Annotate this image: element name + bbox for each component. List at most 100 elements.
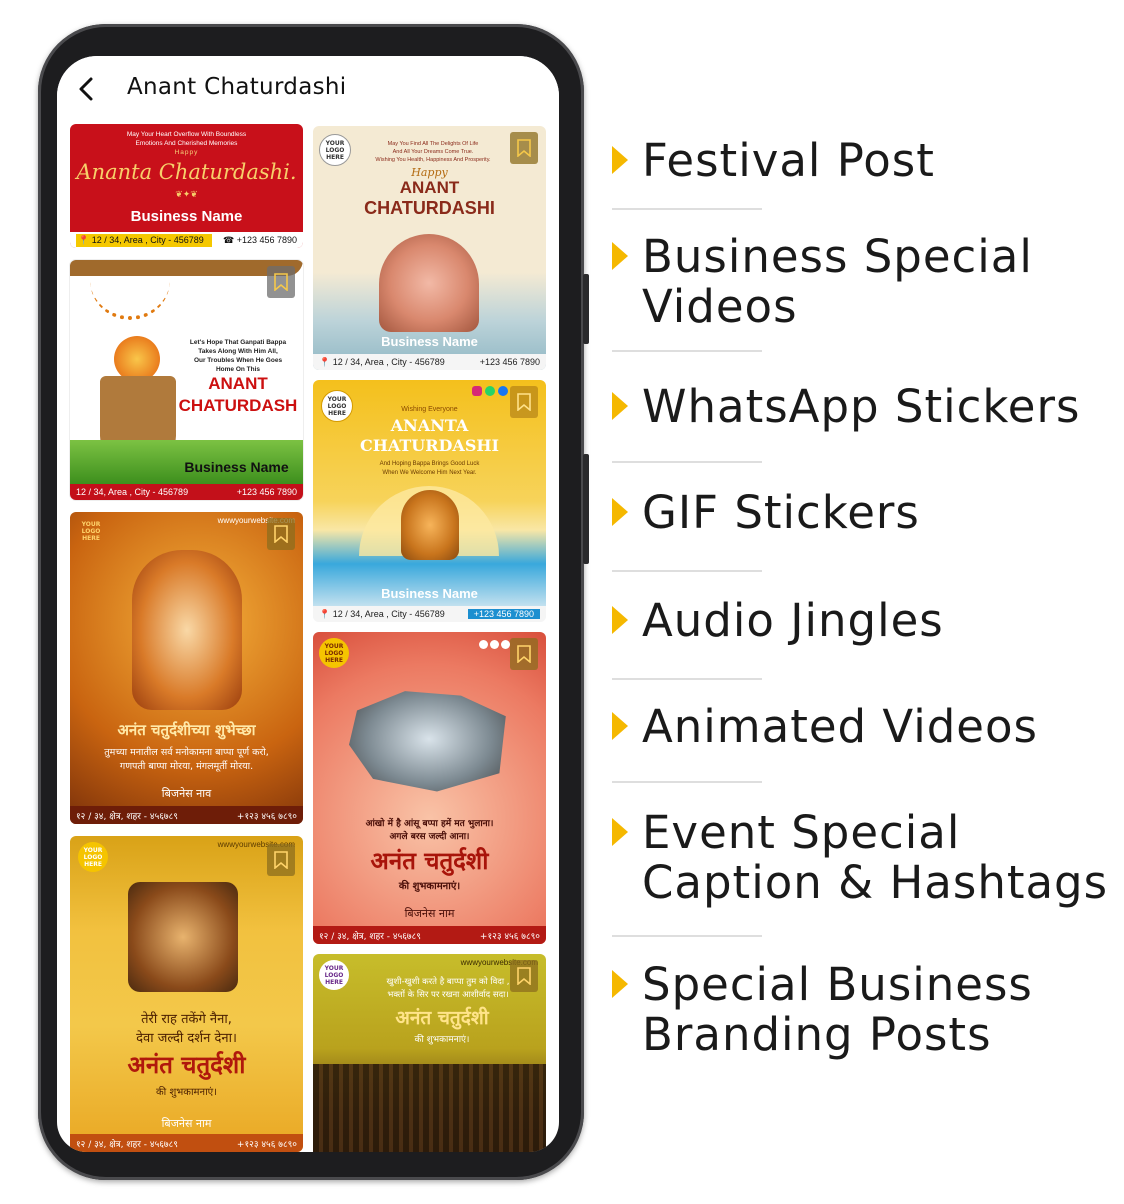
post-card[interactable]: YOUR LOGO HERE Wishing Everyone ANANTA C… [313, 380, 546, 622]
phone-text: +१२३ ४५६ ७८९० [236, 811, 297, 822]
post-card[interactable]: YOUR LOGO HERE May You Find All The Deli… [313, 126, 546, 370]
logo-placeholder: YOUR LOGO HERE [78, 842, 108, 872]
feature-label: Festival Post [642, 134, 935, 187]
post-grid: May Your Heart Overflow With Boundless E… [57, 124, 559, 1152]
post-card[interactable]: YOUR LOGO HERE wwwyourwebsite.com तेरी र… [70, 836, 303, 1152]
divider [612, 350, 762, 352]
card-text: Wishing You Health, Happiness And Prospe… [375, 157, 491, 163]
divider [612, 781, 762, 783]
address-text: १२ / ३४, क्षेत्र, शहर - ४५६७८९ [319, 931, 421, 942]
volume-button [583, 274, 589, 344]
business-name: बिजनेस नाम [404, 907, 455, 920]
power-button [583, 454, 589, 564]
card-text: And All Your Dreams Come True. [392, 149, 474, 155]
card-text: गणपती बाप्पा मोरया, मंगलमूर्ती मोरया. [119, 761, 254, 772]
phone-text: +123 456 7890 [479, 357, 540, 367]
card-text: तेरी राह तकेंगे नैना, [141, 1012, 232, 1027]
ganesha-image [379, 234, 479, 332]
card-text: Emotions And Cherished Memories [135, 140, 238, 147]
card-subtitle: की शुभकामनाएं। [156, 1087, 217, 1098]
card-text: तुमच्या मनातील सर्व मनोकामना बाप्पा पूर्… [104, 747, 269, 758]
post-card[interactable]: YOUR LOGO HERE आंखो में है आंसू बप्पा हम… [313, 632, 546, 944]
card-text: May Your Heart Overflow With Boundless [126, 131, 247, 138]
bookmark-icon [517, 967, 531, 985]
bookmark-icon [517, 139, 531, 157]
contact-strip: 12 / 34, Area , City - 456789 +123 456 7… [70, 484, 303, 500]
divider [612, 678, 762, 680]
triangle-bullet-icon [612, 146, 628, 174]
bookmark-button[interactable] [510, 386, 538, 418]
card-text: Let's Hope That Ganpati Bappa [189, 339, 287, 346]
card-title: CHATURDASH [178, 396, 298, 415]
divider [612, 570, 762, 572]
address-text: १२ / ३४, क्षेत्र, शहर - ४५६७८९ [76, 1139, 178, 1150]
phone-text: ☎ +123 456 7890 [222, 234, 297, 245]
triangle-bullet-icon [612, 242, 628, 270]
address-value: 12 / 34, Area , City - 456789 [91, 234, 204, 245]
phone-text: +१२३ ४५६ ७८९० [479, 931, 540, 942]
post-card[interactable]: YOUR LOGO HERE wwwyourwebsite.com अनंत च… [70, 512, 303, 824]
card-title: अनंत चतुर्दशीच्या शुभेच्छा [117, 721, 256, 739]
business-name: Business Name [130, 208, 243, 225]
chevron-left-icon [79, 77, 93, 101]
logo-placeholder: YOUR LOGO HERE [319, 134, 351, 166]
bookmark-button[interactable] [267, 844, 295, 876]
triangle-bullet-icon [612, 606, 628, 634]
address-text: 📍 12 / 34, Area , City - 456789 [319, 608, 445, 619]
crowd-image [313, 1064, 546, 1152]
feature-label-line2: Caption & Hashtags [642, 856, 1109, 909]
feature-label: Business Special [642, 230, 1033, 283]
phone-screen: Anant Chaturdashi May Your Heart Overflo… [57, 56, 559, 1152]
crowd-image [349, 691, 506, 792]
logo-placeholder: YOUR LOGO HERE [81, 520, 101, 542]
facebook-icon [498, 386, 508, 396]
app-bar: Anant Chaturdashi [57, 56, 559, 124]
business-name: Business Name [184, 459, 289, 475]
card-title: अनंत चतुर्दशी [395, 1007, 489, 1029]
bookmark-button[interactable] [510, 132, 538, 164]
card-text: आंखो में है आंसू बप्पा हमें मत भुलाना। [365, 819, 494, 829]
card-subtitle: की शुभकामनाएं। [398, 881, 461, 892]
address-text: 12 / 34, Area , City - 456789 [76, 487, 189, 497]
card-text: Our Troubles When He Goes [193, 357, 283, 364]
triangle-bullet-icon [612, 712, 628, 740]
post-card[interactable]: YOUR LOGO HERE wwwyourwebsite.com खुशी-ख… [313, 954, 546, 1152]
feature-label: Event Special [642, 806, 961, 859]
feature-label: WhatsApp Stickers [642, 380, 1081, 433]
contact-strip: १२ / ३४, क्षेत्र, शहर - ४५६७८९ +१२३ ४५६ … [70, 1134, 303, 1152]
bookmark-icon [274, 273, 288, 291]
contact-strip: १२ / ३४, क्षेत्र, शहर - ४५६७८९ +१२३ ४५६ … [313, 926, 546, 944]
business-name: Business Name [381, 334, 478, 349]
bookmark-button[interactable] [267, 266, 295, 298]
garland [90, 276, 170, 320]
business-name: बिजनेस नाम [161, 1117, 212, 1130]
post-card[interactable]: Let's Hope That Ganpati Bappa Takes Alon… [70, 260, 303, 500]
ganesha-image [128, 882, 238, 992]
feature-label-line2: Videos [642, 280, 798, 333]
ganesha-image [100, 336, 176, 456]
phone-text: +१२३ ४५६ ७८९० [236, 1139, 297, 1150]
social-icons [472, 386, 508, 396]
triangle-bullet-icon [612, 498, 628, 526]
card-title: अनंत चतुर्दशी [127, 1051, 246, 1079]
bookmark-icon [274, 851, 288, 869]
bookmark-button[interactable] [267, 518, 295, 550]
whatsapp-icon [501, 640, 510, 649]
social-icons [479, 640, 510, 649]
address-text: १२ / ३४, क्षेत्र, शहर - ४५६७८९ [76, 811, 178, 822]
card-text: And Hoping Bappa Brings Good Luck [379, 461, 480, 467]
divider [612, 935, 762, 937]
card-text: देवा जल्दी दर्शन देना। [136, 1031, 237, 1046]
bookmark-icon [274, 525, 288, 543]
phone-text: +123 456 7890 [236, 487, 297, 497]
card-title: ANANTA [390, 416, 469, 435]
post-card[interactable]: May Your Heart Overflow With Boundless E… [70, 124, 303, 248]
divider [612, 208, 762, 210]
address-text: 📍 12 / 34, Area , City - 456789 [76, 233, 212, 247]
back-button[interactable] [71, 72, 105, 106]
triangle-bullet-icon [612, 392, 628, 420]
ganesha-image [132, 550, 242, 710]
bookmark-button[interactable] [510, 960, 538, 992]
feature-label: Animated Videos [642, 700, 1038, 753]
bookmark-button[interactable] [510, 638, 538, 670]
